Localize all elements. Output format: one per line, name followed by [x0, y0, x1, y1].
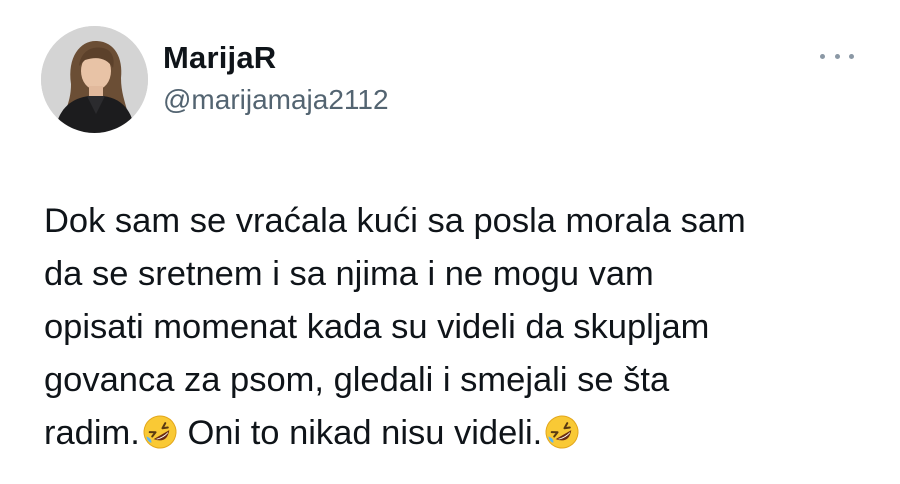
avatar[interactable] [41, 26, 148, 133]
rolling-laughing-emoji-icon [142, 414, 178, 450]
more-horizontal-icon [820, 53, 825, 59]
tweet-card: MarijaR @marijamaja2112 Dok sam se vraća… [0, 0, 900, 484]
more-dot [834, 53, 840, 59]
more-dot [849, 53, 854, 59]
tweet-text-line-last: radim. Oni to nikad nisu videli. [44, 407, 864, 460]
author-display-name[interactable]: MarijaR [163, 40, 276, 76]
author-handle[interactable]: @marijamaja2112 [163, 84, 389, 116]
tweet-text-line: opisati momenat kada su videli da skuplj… [44, 308, 710, 346]
rolling-laughing-emoji-icon [544, 414, 580, 450]
tweet-text-segment: radim. [44, 414, 140, 452]
tweet-text-segment: Oni to nikad nisu videli. [177, 414, 543, 452]
tweet-text-line: da se sretnem i sa njima i ne mogu vam [44, 255, 654, 293]
tweet-text-line: govanca za psom, gledali i smejali se št… [44, 361, 670, 399]
profile-photo-icon [41, 26, 148, 133]
tweet-text: Dok sam se vraćala kući sa posla morala … [44, 195, 864, 460]
tweet-text-line: Dok sam se vraćala kući sa posla morala … [44, 202, 746, 240]
more-options-button[interactable] [820, 44, 854, 68]
